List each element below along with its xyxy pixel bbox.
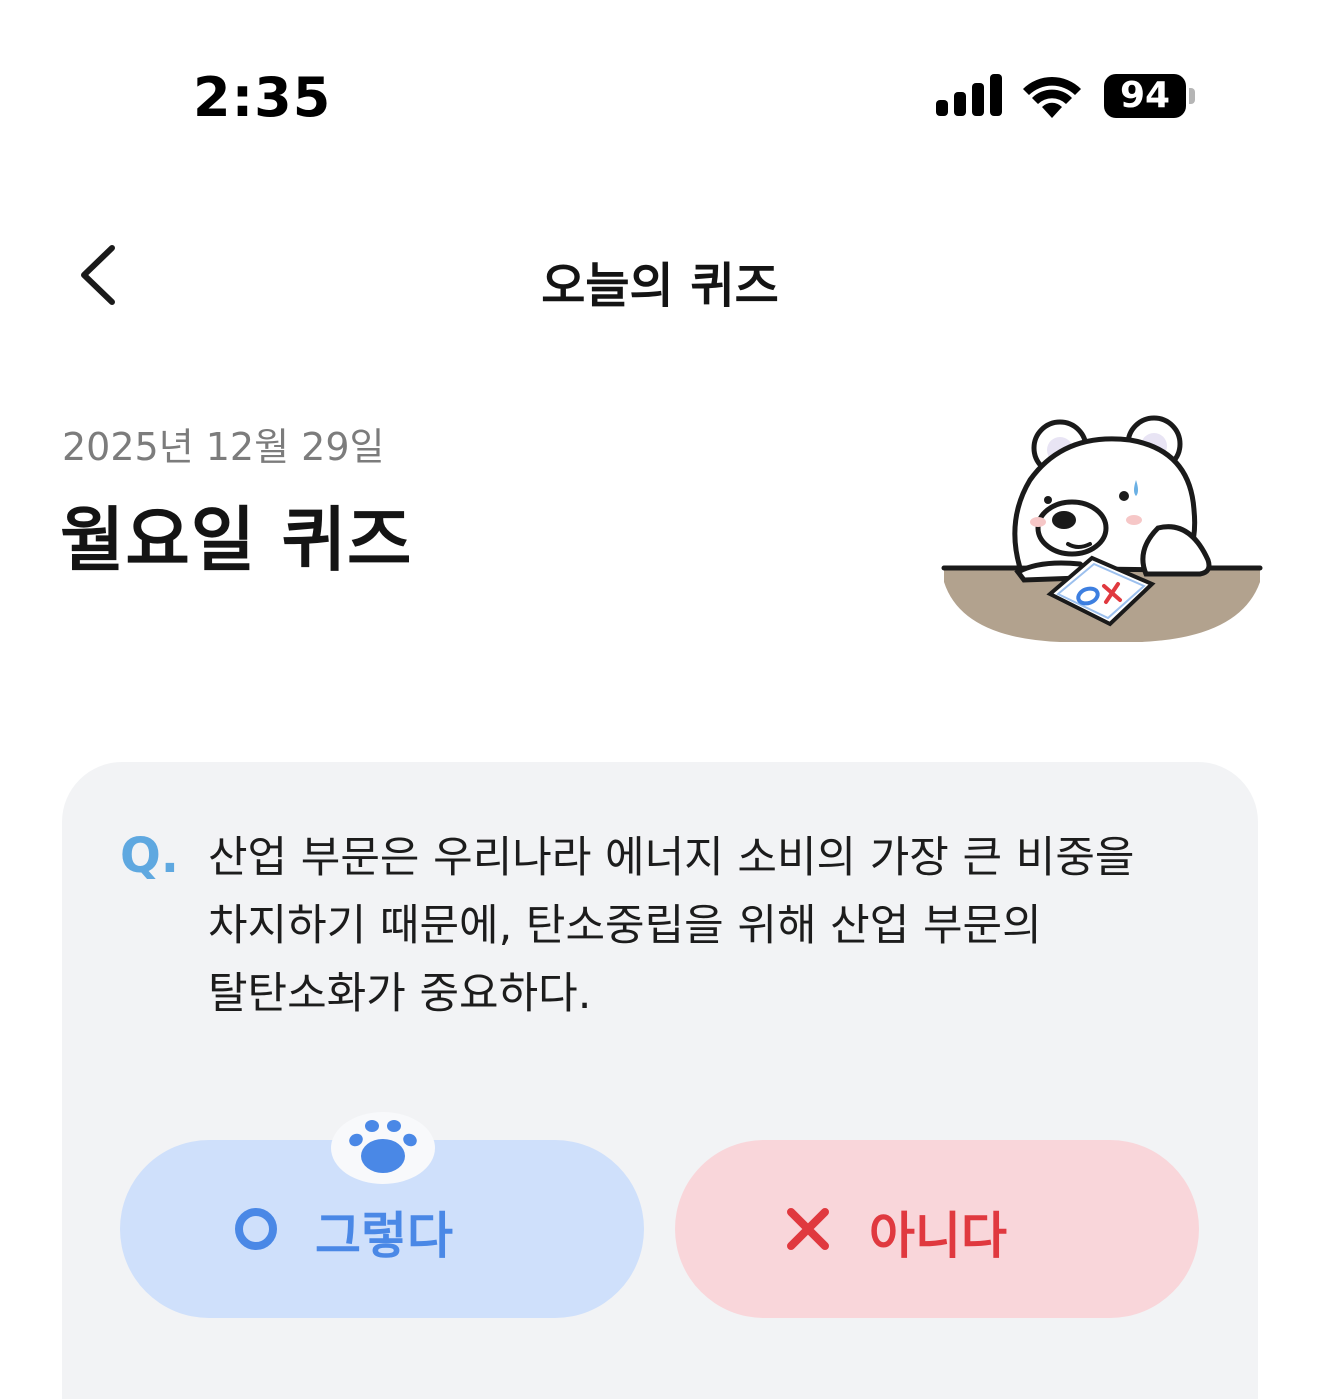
answer-no-button[interactable]: 아니다 (675, 1140, 1199, 1318)
nav-bar: 오늘의 퀴즈 (0, 220, 1320, 330)
cellular-signal-icon (936, 74, 1002, 116)
quiz-date: 2025년 12월 29일 (62, 425, 385, 469)
x-mark-icon (787, 1208, 829, 1250)
battery-icon: 94 (1104, 74, 1186, 118)
question-line: 탈탄소화가 중요하다. (208, 969, 592, 1019)
page-nav-title: 오늘의 퀴즈 (541, 258, 779, 314)
quiz-card: Q. 산업 부문은 우리나라 에너지 소비의 가장 큰 비중을 차지하기 때문에… (62, 762, 1258, 1399)
status-time: 2:35 (193, 66, 332, 129)
battery-cap (1189, 88, 1195, 104)
paw-icon (331, 1112, 435, 1184)
question-label: Q. (120, 828, 180, 884)
question-line: 차지하기 때문에, 탄소중립을 위해 산업 부문의 (208, 901, 1042, 951)
chevron-left-icon (81, 245, 115, 305)
polar-bear-mascot-icon (941, 415, 1263, 642)
status-bar: 2:35 94 (0, 0, 1320, 190)
wifi-icon (1023, 76, 1081, 118)
question-text: 산업 부문은 우리나라 에너지 소비의 가장 큰 비중을 차지하기 때문에, 탄… (208, 824, 1168, 1028)
page-title: 월요일 퀴즈 (60, 499, 413, 581)
back-button[interactable] (70, 242, 130, 308)
answer-no-label: 아니다 (869, 1207, 1007, 1265)
question-line: 산업 부문은 우리나라 에너지 소비의 가장 큰 비중을 (208, 833, 1135, 883)
answer-yes-label: 그렇다 (315, 1207, 453, 1265)
circle-o-icon (235, 1208, 277, 1250)
